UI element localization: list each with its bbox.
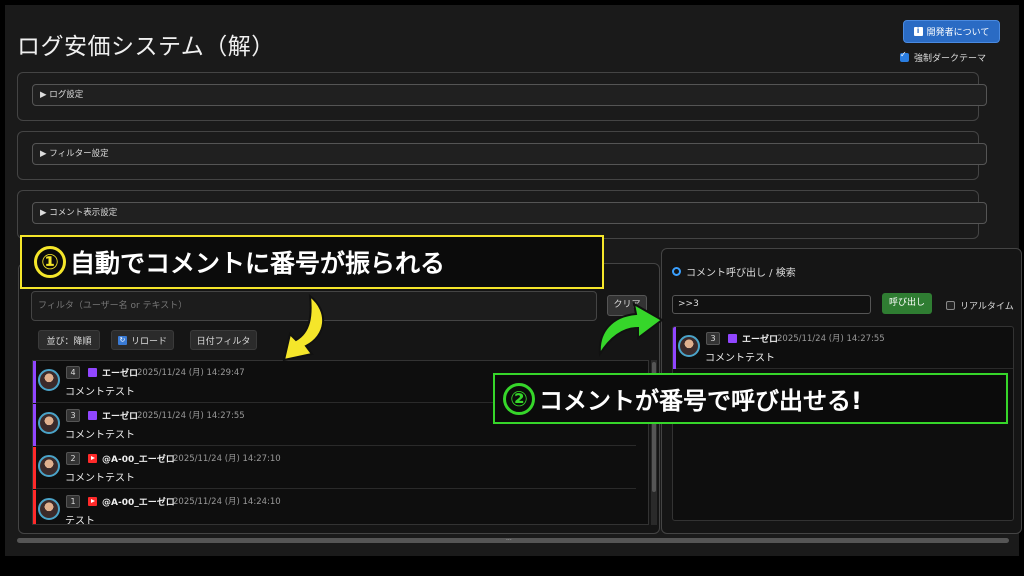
call-button[interactable]: 呼び出し	[882, 293, 932, 314]
twitch-icon	[88, 411, 97, 420]
callout-one-number: ①	[34, 246, 66, 278]
green-arrow-icon	[598, 302, 664, 358]
date-filter-button[interactable]: 日付フィルタ	[190, 330, 257, 350]
username: エーゼロ	[742, 335, 779, 345]
page-title: ログ安価システム（解）	[17, 34, 275, 60]
timestamp: 2025/11/24 (月) 14:27:55	[777, 334, 885, 344]
dark-theme-checkbox[interactable]	[900, 50, 909, 62]
search-icon	[672, 267, 681, 276]
comment-number: 4	[66, 366, 80, 379]
comment-row[interactable]: 1 @A-00_エーゼロ 2025/11/24 (月) 14:24:10 テスト	[33, 490, 636, 525]
comment-text: テスト	[65, 516, 95, 525]
timestamp: 2025/11/24 (月) 14:24:10	[173, 497, 281, 507]
call-panel-title-text: コメント呼び出し / 検索	[686, 268, 796, 279]
platform-accent-bar	[33, 404, 36, 446]
platform-accent-bar	[33, 361, 36, 403]
reload-icon: ↻	[117, 335, 127, 345]
comment-number: 3	[66, 409, 80, 422]
timestamp: 2025/11/24 (月) 14:27:55	[137, 411, 245, 421]
about-developer-button[interactable]: i 開発者について	[903, 20, 1000, 43]
dark-theme-label: 強制ダークテーマ	[914, 54, 987, 64]
reload-label: リロード	[130, 336, 167, 347]
avatar	[678, 335, 700, 357]
twitch-icon	[728, 334, 737, 343]
platform-accent-bar	[673, 327, 676, 369]
scroll-grip-icon: ···	[506, 537, 512, 544]
callout-auto-numbering: ① 自動でコメントに番号が振られる	[20, 235, 604, 289]
username: @A-00_エーゼロ	[102, 498, 175, 508]
youtube-icon	[88, 454, 97, 463]
platform-accent-bar	[33, 447, 36, 489]
reload-button[interactable]: ↻ リロード	[111, 330, 174, 350]
comment-row[interactable]: 2 @A-00_エーゼロ 2025/11/24 (月) 14:27:10 コメン…	[33, 447, 636, 489]
avatar	[38, 455, 60, 477]
date-filter-label: 日付フィルタ	[196, 336, 251, 347]
call-result-row[interactable]: 3 エーゼロ 2025/11/24 (月) 14:27:55 コメントテスト	[673, 327, 1013, 369]
avatar	[38, 412, 60, 434]
username: @A-00_エーゼロ	[102, 455, 175, 465]
sort-order-label: 並び：降順	[46, 336, 92, 347]
yellow-arrow-icon	[282, 294, 325, 362]
filter-settings-section: ▶ フィルター設定	[17, 131, 987, 180]
username: エーゼロ	[102, 412, 139, 422]
timestamp: 2025/11/24 (月) 14:29:47	[137, 368, 245, 378]
youtube-icon	[88, 497, 97, 506]
log-settings-summary[interactable]: ▶ ログ設定	[32, 84, 987, 106]
realtime-label: リアルタイム	[960, 302, 1014, 312]
avatar	[38, 498, 60, 520]
call-panel-title: コメント呼び出し / 検索	[672, 264, 796, 279]
comment-number: 3	[706, 332, 720, 345]
realtime-checkbox[interactable]	[946, 301, 955, 310]
callout-two-number: ②	[503, 382, 535, 415]
comment-text: コメントテスト	[65, 430, 135, 441]
info-icon: i	[913, 27, 923, 36]
twitch-icon	[88, 368, 97, 377]
log-settings-section: ▶ ログ設定	[17, 72, 987, 121]
comment-display-settings-summary[interactable]: ▶ コメント表示設定	[32, 202, 987, 224]
platform-accent-bar	[33, 490, 36, 524]
comment-number: 2	[66, 452, 80, 465]
comment-text: コメントテスト	[65, 387, 135, 398]
callout-two-text: コメントが番号で呼び出せる!	[539, 387, 862, 415]
about-developer-label: 開発者について	[926, 28, 990, 38]
dark-theme-toggle[interactable]: 強制ダークテーマ	[900, 50, 987, 64]
callout-call-by-number: ② コメントが番号で呼び出せる!	[493, 373, 1008, 424]
comment-text: コメントテスト	[65, 473, 135, 484]
comment-number: 1	[66, 495, 80, 508]
realtime-toggle[interactable]: リアルタイム	[946, 299, 1014, 312]
sort-order-button[interactable]: 並び：降順	[38, 330, 100, 350]
comment-display-settings-section: ▶ コメント表示設定	[17, 190, 987, 239]
call-search-input[interactable]: >>3	[672, 295, 871, 314]
callout-one-text: 自動でコメントに番号が振られる	[70, 249, 446, 278]
horizontal-scrollbar[interactable]: ···	[17, 537, 1009, 544]
avatar	[38, 369, 60, 391]
comment-text: コメントテスト	[705, 353, 775, 364]
filter-settings-summary[interactable]: ▶ フィルター設定	[32, 143, 987, 165]
timestamp: 2025/11/24 (月) 14:27:10	[173, 454, 281, 464]
username: エーゼロ	[102, 369, 139, 379]
